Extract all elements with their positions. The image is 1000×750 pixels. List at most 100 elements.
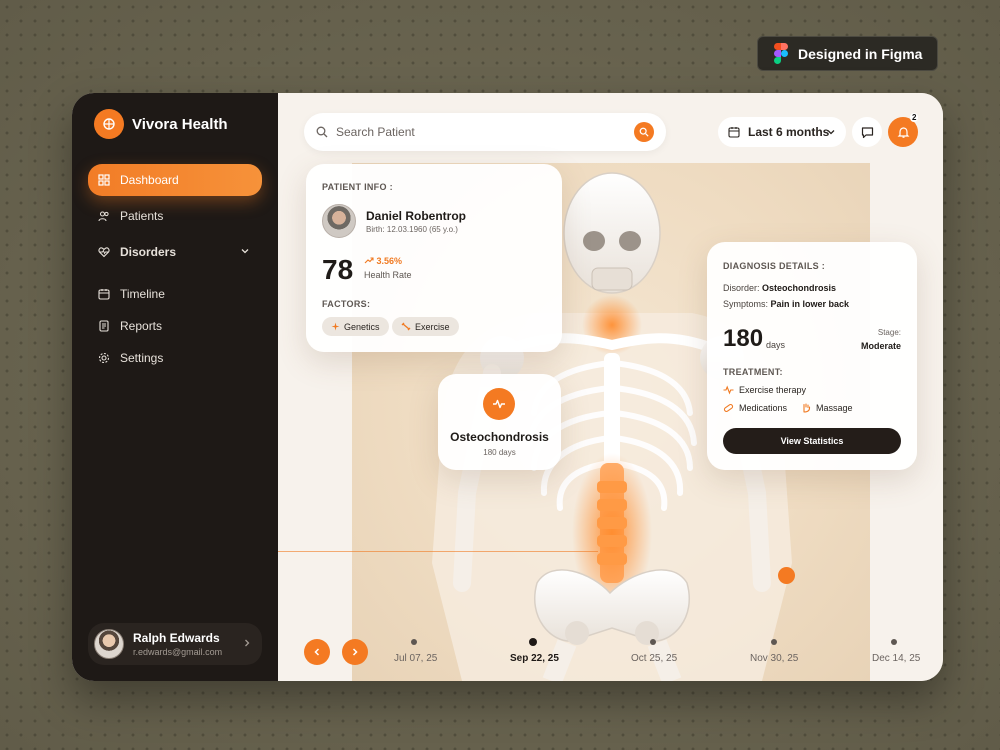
brand-logo-icon [94,109,124,139]
symptoms-label: Symptoms: [723,299,769,309]
sidebar-item-settings[interactable]: Settings [88,342,262,374]
patient-avatar [322,204,356,238]
dumbbell-icon [401,322,411,331]
sparkle-icon [331,322,340,331]
patient-name: Daniel Robentrop [366,209,467,223]
user-name: Ralph Edwards [133,631,220,645]
report-icon [99,320,109,332]
pill-icon [723,404,734,412]
treatment-label: Massage [816,403,853,413]
patient-info-card: PATIENT INFO : Daniel Robentrop Birth: 1… [306,164,562,352]
sidebar-item-label: Dashboard [120,173,179,187]
users-icon [98,211,109,222]
calendar-icon [728,127,740,138]
treatment-label: Medications [739,403,788,413]
symptoms-value: Pain in lower back [770,299,850,309]
sidebar-item-label: Disorders [120,245,177,259]
treatment-medications: Medications [723,403,787,413]
brand: Vivora Health [94,109,228,139]
search-icon [639,127,649,137]
timeline-date[interactable]: Jul 07, 25 [394,653,437,664]
highlight-title: Osteochondrosis [450,430,549,444]
message-icon [861,126,873,138]
treatment-label: Exercise therapy [739,385,807,395]
duration-unit: days [766,340,786,350]
disorder-value: Osteochondrosis [762,283,837,293]
sidebar-item-dashboard[interactable]: Dashboard [88,164,262,196]
notifications-button[interactable]: 2 [888,113,919,147]
activity-icon [483,388,515,420]
timeline-date[interactable]: Oct 25, 25 [631,653,677,664]
disorder-highlight-card[interactable]: Osteochondrosis 180 days [438,374,561,470]
stage-value: Moderate [860,341,901,351]
sidebar: Vivora Health Dashboard Patients Disorde… [72,93,278,681]
search-input[interactable]: Search Patient [336,125,415,139]
app-window: Vivora Health Dashboard Patients Disorde… [72,93,943,681]
sidebar-item-label: Reports [120,319,163,333]
disorder-line: Disorder: Osteochondrosis [723,283,836,293]
timeline-tick[interactable] [411,639,417,645]
timeline-tick[interactable] [891,639,897,645]
sidebar-item-label: Patients [120,209,164,223]
health-rate-value: 78 [322,254,354,285]
delta-value: 3.56% [376,256,403,266]
sidebar-item-label: Settings [120,351,164,365]
diagnosis-heading: DIAGNOSIS DETAILS : [723,261,826,271]
sidebar-item-patients[interactable]: Patients [88,200,262,232]
chevron-left-icon [314,648,320,656]
chevron-down-icon [827,130,835,135]
view-statistics-button[interactable]: View Statistics [723,428,901,454]
search-bar[interactable]: Search Patient [304,113,666,151]
timeline-next-button[interactable] [342,639,368,665]
trend-up-icon [364,257,374,264]
timeline-date[interactable]: Dec 14, 25 [872,653,920,664]
timeline-tick[interactable] [650,639,656,645]
figma-logo-icon [774,43,788,64]
figma-badge-label: Designed in Figma [798,45,923,62]
figma-badge: Designed in Figma [757,36,938,71]
hand-icon [803,403,811,413]
stage-label: Stage: [877,328,901,337]
timeline-tick-active[interactable] [529,638,537,646]
timeline-date-active[interactable]: Sep 22, 25 [510,653,559,664]
search-icon [316,126,328,138]
factor-label: Exercise [415,321,450,332]
user-email: r.edwards@gmail.com [133,647,223,657]
factors-heading: FACTORS: [322,299,371,309]
chevron-down-icon [241,249,249,254]
activity-icon [723,385,734,395]
health-rate-label: Health Rate [364,270,412,280]
health-rate-delta: 3.56% [364,256,402,266]
brand-name: Vivora Health [132,115,228,133]
factor-chip-exercise[interactable]: Exercise [392,317,459,336]
date-range-select[interactable]: Last 6 months [718,117,846,147]
sidebar-item-timeline[interactable]: Timeline [88,278,262,310]
main-content: Search Patient Last 6 months 2 PATIENT I… [278,93,943,681]
treatment-exercise: Exercise therapy [723,385,806,395]
gear-icon [98,352,110,364]
factor-label: Genetics [344,321,380,332]
patient-birth: Birth: 12.03.1960 (65 y.o.) [366,225,458,234]
heart-pulse-icon [98,247,110,258]
timeline-date[interactable]: Nov 30, 25 [750,653,798,664]
avatar [94,629,124,659]
sidebar-item-disorders[interactable]: Disorders [88,236,262,268]
messages-button[interactable] [852,117,882,147]
notification-badge: 2 [910,113,919,122]
timeline-prev-button[interactable] [304,639,330,665]
dashboard-icon [98,174,110,186]
factor-chip-genetics[interactable]: Genetics [322,317,389,336]
bell-icon [897,126,909,138]
timeline-curve [278,551,598,553]
marker-dot[interactable] [778,567,795,584]
calendar-icon [98,289,110,300]
user-profile[interactable]: Ralph Edwards r.edwards@gmail.com [88,623,262,665]
symptoms-line: Symptoms: Pain in lower back [723,299,849,309]
chevron-right-icon [245,639,250,647]
timeline-tick[interactable] [771,639,777,645]
sidebar-item-reports[interactable]: Reports [88,310,262,342]
highlight-duration: 180 days [483,448,516,457]
date-range-value: Last 6 months [748,125,830,139]
patient-info-heading: PATIENT INFO : [322,182,393,192]
search-button[interactable] [634,122,654,142]
